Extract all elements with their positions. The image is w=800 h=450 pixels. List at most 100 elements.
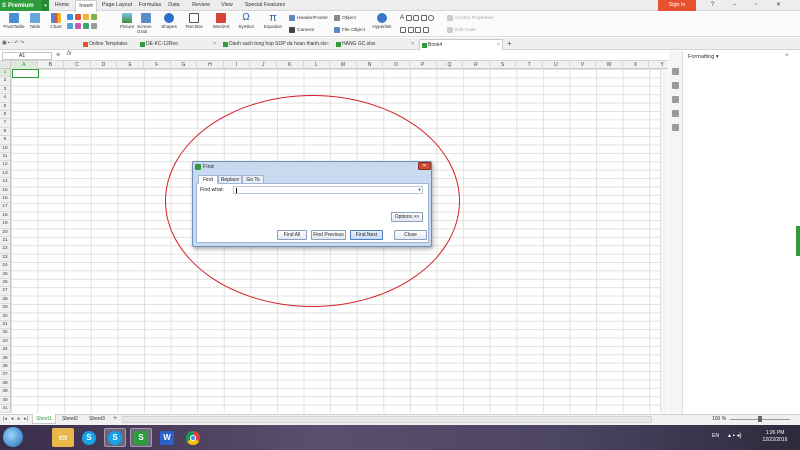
spinner-tool-icon[interactable] — [415, 27, 421, 33]
scatter-chart-icon[interactable] — [75, 23, 81, 29]
column-header[interactable]: N — [357, 61, 384, 69]
options-button[interactable]: Options >> — [391, 212, 423, 222]
column-header[interactable]: O — [383, 61, 410, 69]
column-header[interactable]: P — [410, 61, 437, 69]
object-button[interactable]: Object — [334, 14, 356, 22]
row-header[interactable]: 15 — [0, 186, 11, 195]
select-all-corner[interactable] — [0, 61, 11, 69]
row-header[interactable]: 19 — [0, 220, 11, 229]
undo-icon[interactable]: ↶ — [14, 40, 18, 46]
row-header[interactable]: 24 — [0, 262, 11, 271]
start-button[interactable] — [3, 427, 23, 447]
settings-icon[interactable] — [672, 124, 679, 131]
premium-dropdown-icon[interactable]: ▾ — [42, 0, 49, 11]
menu-tab-home[interactable]: Home — [52, 0, 72, 11]
row-header[interactable]: 29 — [0, 304, 11, 313]
zoom-slider-knob[interactable] — [758, 416, 762, 422]
column-header[interactable]: S — [490, 61, 517, 69]
control-properties-button[interactable]: Control Properties — [447, 14, 494, 22]
column-header[interactable]: B — [38, 61, 65, 69]
hyperlink-button[interactable]: Hyperlink — [370, 13, 394, 37]
column-header[interactable]: T — [516, 61, 543, 69]
text-tool-icon[interactable]: A — [400, 15, 404, 21]
sheet-tab-sheet3[interactable]: Sheet3 — [85, 414, 109, 424]
column-header[interactable]: G — [171, 61, 198, 69]
row-header[interactable]: 28 — [0, 295, 11, 305]
scroll-tool-icon[interactable] — [422, 27, 429, 33]
combo-box-tool-icon[interactable] — [407, 27, 414, 33]
name-box[interactable]: A1 — [2, 52, 52, 60]
column-header[interactable]: H — [197, 61, 224, 69]
pie-chart-icon[interactable] — [83, 14, 89, 20]
row-header[interactable]: 20 — [0, 228, 11, 237]
screen-grab-button[interactable]: Screen Grab — [137, 13, 155, 37]
row-header[interactable]: 6 — [0, 111, 11, 120]
menu-tab-data[interactable]: Data — [166, 0, 182, 11]
chrome-app[interactable] — [182, 428, 204, 447]
stock-chart-icon[interactable] — [83, 23, 89, 29]
row-header[interactable]: 32 — [0, 329, 11, 338]
row-header[interactable]: 30 — [0, 312, 11, 321]
writer-app[interactable]: W — [156, 428, 178, 447]
spreadsheet-app[interactable]: S — [130, 428, 152, 447]
row-header[interactable]: 39 — [0, 388, 11, 397]
row-header[interactable]: 36 — [0, 363, 11, 372]
close-button[interactable]: Close — [394, 230, 427, 240]
styles-icon[interactable] — [672, 68, 679, 75]
row-header[interactable]: 37 — [0, 371, 11, 380]
column-header[interactable]: M — [330, 61, 357, 69]
find-next-button[interactable]: Find Next — [350, 230, 383, 240]
add-sheet-icon[interactable]: + — [113, 414, 117, 424]
find-previous-button[interactable]: Find Previous — [311, 230, 346, 240]
close-tab-icon[interactable]: × — [213, 39, 216, 50]
sign-in-button[interactable]: Sign in — [658, 0, 696, 11]
column-header[interactable]: F — [144, 61, 171, 69]
row-header[interactable]: 25 — [0, 270, 11, 279]
row-header[interactable]: 2 — [0, 77, 11, 86]
row-header[interactable]: 31 — [0, 321, 11, 330]
pane-handle[interactable] — [796, 226, 800, 256]
column-chart-icon[interactable] — [67, 14, 73, 20]
close-window-icon[interactable]: ✕ — [772, 0, 785, 11]
doc-tab-book4[interactable]: Book4 × — [419, 39, 503, 50]
column-header[interactable]: L — [304, 61, 331, 69]
row-header[interactable]: 11 — [0, 153, 11, 162]
close-tab-icon[interactable]: × — [326, 39, 329, 50]
find-all-button[interactable]: Find All — [277, 230, 307, 240]
row-header[interactable]: 23 — [0, 253, 11, 263]
row-header[interactable]: 22 — [0, 245, 11, 254]
column-header[interactable]: I — [224, 61, 251, 69]
horizontal-scrollbar[interactable] — [122, 416, 652, 423]
help-icon[interactable]: ? — [706, 0, 719, 11]
sheet-tab-sheet2[interactable]: Sheet2 — [58, 414, 82, 424]
row-header[interactable]: 34 — [0, 346, 11, 355]
menu-tab-insert[interactable]: Insert — [75, 0, 97, 12]
other-chart-icon[interactable] — [91, 23, 97, 29]
explorer-icon[interactable]: ▭ — [52, 428, 74, 447]
fx-icon[interactable]: fx — [67, 51, 72, 57]
formula-input[interactable] — [78, 52, 666, 60]
sheet-tab-sheet1[interactable]: Sheet1 — [32, 414, 56, 424]
column-header[interactable]: U — [543, 61, 570, 69]
row-header[interactable]: 40 — [0, 396, 11, 405]
row-header[interactable]: 12 — [0, 161, 11, 170]
column-header[interactable]: X — [623, 61, 650, 69]
close-tab-icon[interactable]: × — [497, 40, 500, 50]
column-header[interactable]: Q — [437, 61, 464, 69]
chart-types-gallery[interactable] — [67, 14, 111, 36]
row-header[interactable]: 18 — [0, 211, 11, 221]
maximize-icon[interactable]: ▫ — [750, 0, 763, 11]
checkbox-tool-icon[interactable] — [420, 15, 427, 21]
camera-button[interactable]: Camera — [289, 26, 314, 34]
column-header[interactable]: J — [250, 61, 277, 69]
rectangle-tool-icon[interactable] — [405, 15, 412, 21]
language-indicator[interactable]: EN — [712, 433, 719, 439]
close-icon[interactable]: ✕ — [418, 162, 431, 170]
vertical-scrollbar[interactable] — [660, 69, 668, 413]
next-sheet-icon[interactable]: ▸ — [16, 414, 22, 425]
column-header[interactable]: D — [91, 61, 118, 69]
row-header[interactable]: 8 — [0, 127, 11, 137]
line-chart-icon[interactable] — [75, 14, 81, 20]
menu-tab-special-features[interactable]: Special Features — [242, 0, 288, 11]
clipboard-icon[interactable] — [672, 96, 679, 103]
